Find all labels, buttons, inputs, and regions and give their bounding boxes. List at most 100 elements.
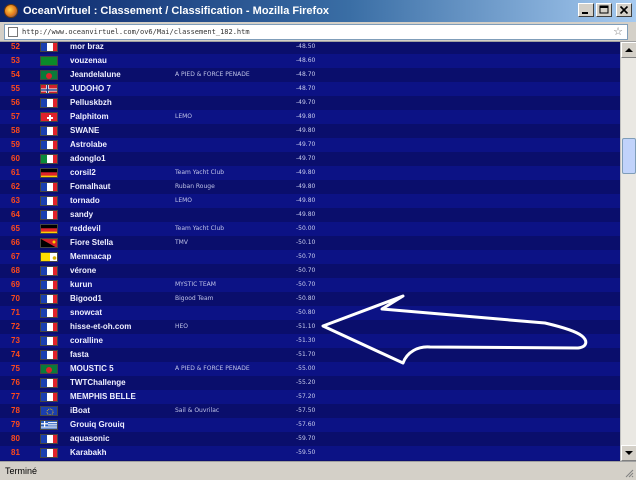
rank-cell: 71 <box>11 308 20 317</box>
table-row: 72 hisse-et-oh.com HEO -51.10 <box>0 320 620 334</box>
rank-cell: 56 <box>11 98 20 107</box>
rank-cell: 65 <box>11 224 20 233</box>
skipper-name: aquasonic <box>70 434 110 443</box>
bookmark-star-icon[interactable]: ☆ <box>613 25 623 38</box>
score-value: -51.30 <box>296 337 316 344</box>
close-button[interactable] <box>616 3 632 17</box>
table-row: 67 Memnacap -50.70 <box>0 250 620 264</box>
flag-france-icon <box>40 140 58 150</box>
score-value: -49.80 <box>296 183 316 190</box>
scroll-down-button[interactable] <box>621 445 636 461</box>
table-row: 75 MOUSTIC 5 A PIED & FORCE PENADE -55.00 <box>0 362 620 376</box>
skipper-name: Palphitom <box>70 112 109 121</box>
score-value: -55.20 <box>296 379 316 386</box>
resize-grip-icon[interactable] <box>624 468 634 478</box>
flag-norway-icon <box>40 84 58 94</box>
team-name: HEO <box>175 323 189 330</box>
flag-bangladesh-icon <box>40 70 58 80</box>
url-field[interactable]: http://www.oceanvirtuel.com/ov6/Mai/clas… <box>4 24 628 40</box>
scroll-up-button[interactable] <box>621 42 636 58</box>
skipper-name: mor braz <box>70 42 104 51</box>
rank-cell: 64 <box>11 210 20 219</box>
skipper-name: sandy <box>70 210 94 219</box>
vertical-scrollbar[interactable] <box>620 42 636 461</box>
skipper-name: hisse-et-oh.com <box>70 322 132 331</box>
skipper-name: Fomalhaut <box>70 182 111 191</box>
rank-cell: 80 <box>11 434 20 443</box>
rank-cell: 76 <box>11 378 20 387</box>
maximize-button[interactable] <box>596 3 612 17</box>
navigation-toolbar: http://www.oceanvirtuel.com/ov6/Mai/clas… <box>0 22 636 42</box>
rank-cell: 52 <box>11 42 20 51</box>
team-name: A PIED & FORCE PENADE <box>175 71 250 78</box>
rank-cell: 66 <box>11 238 20 247</box>
score-value: -50.70 <box>296 267 316 274</box>
score-value: -48.70 <box>296 85 316 92</box>
score-value: -57.50 <box>296 407 316 414</box>
ranking-table: 52 mor braz -48.50 53 vouzenau -48.60 54 Jeande… <box>0 42 620 461</box>
rank-cell: 62 <box>11 182 20 191</box>
rank-cell: 61 <box>11 168 20 177</box>
score-value: -50.80 <box>296 295 316 302</box>
skipper-name: reddevil <box>70 224 101 233</box>
scroll-thumb[interactable] <box>622 138 636 174</box>
score-value: -51.10 <box>296 323 316 330</box>
flag-france-icon <box>40 308 58 318</box>
skipper-name: fasta <box>70 350 89 359</box>
flag-france-icon <box>40 350 58 360</box>
team-name: LEMO <box>175 113 193 120</box>
skipper-name: MEMPHIS BELLE <box>70 392 136 401</box>
rank-cell: 73 <box>11 336 20 345</box>
score-value: -59.70 <box>296 435 316 442</box>
score-value: -57.60 <box>296 421 316 428</box>
flag-vatican-icon <box>40 252 58 262</box>
skipper-name: kurun <box>70 280 93 289</box>
table-row: 68 vérone -50.70 <box>0 264 620 278</box>
flag-france-icon <box>40 182 58 192</box>
team-name: MYSTIC TEAM <box>175 281 216 288</box>
score-value: -49.80 <box>296 211 316 218</box>
skipper-name: Fiore Stella <box>70 238 114 247</box>
rank-cell: 75 <box>11 364 20 373</box>
flag-green-icon <box>40 56 58 66</box>
table-row: 55 JUDOHO 7 -48.70 <box>0 82 620 96</box>
minimize-button[interactable] <box>578 3 594 17</box>
maximize-icon <box>599 5 609 14</box>
rank-cell: 59 <box>11 140 20 149</box>
score-value: -48.60 <box>296 57 316 64</box>
flag-france-icon <box>40 98 58 108</box>
skipper-name: vouzenau <box>70 56 107 65</box>
table-row: 71 snowcat -50.80 <box>0 306 620 320</box>
table-row: 66 Fiore Stella TMV -50.10 <box>0 236 620 250</box>
score-value: -50.00 <box>296 225 316 232</box>
table-row: 65 reddevil Team Yacht Club -50.00 <box>0 222 620 236</box>
flag-france-icon <box>40 42 58 52</box>
score-value: -49.80 <box>296 197 316 204</box>
rank-cell: 60 <box>11 154 20 163</box>
flag-france-icon <box>40 126 58 136</box>
flag-france-icon <box>40 392 58 402</box>
skipper-name: tornado <box>70 196 100 205</box>
rank-cell: 78 <box>11 406 20 415</box>
flag-germany-icon <box>40 224 58 234</box>
table-row: 58 SWANE -49.80 <box>0 124 620 138</box>
table-row: 64 sandy -49.80 <box>0 208 620 222</box>
table-row: 70 Bigood1 Bigood Team -50.80 <box>0 292 620 306</box>
window-titlebar: OceanVirtuel : Classement / Classificati… <box>0 0 636 22</box>
table-row: 54 Jeandelalune A PIED & FORCE PENADE -48.7… <box>0 68 620 82</box>
table-row: 52 mor braz -48.50 <box>0 42 620 54</box>
status-text: Terminé <box>5 466 38 476</box>
skipper-name: coralline <box>70 336 103 345</box>
flag-france-icon <box>40 280 58 290</box>
rank-cell: 70 <box>11 294 20 303</box>
rank-cell: 54 <box>11 70 20 79</box>
team-name: TMV <box>175 239 188 246</box>
flag-germany-icon <box>40 168 58 178</box>
skipper-name: SWANE <box>70 126 100 135</box>
skipper-name: snowcat <box>70 308 103 317</box>
skipper-name: corsil2 <box>70 168 96 177</box>
score-value: -55.00 <box>296 365 316 372</box>
table-row: 57 Palphitom LEMO -49.80 <box>0 110 620 124</box>
team-name: Team Yacht Club <box>175 169 225 176</box>
table-row: 56 Pelluskbzh -49.70 <box>0 96 620 110</box>
